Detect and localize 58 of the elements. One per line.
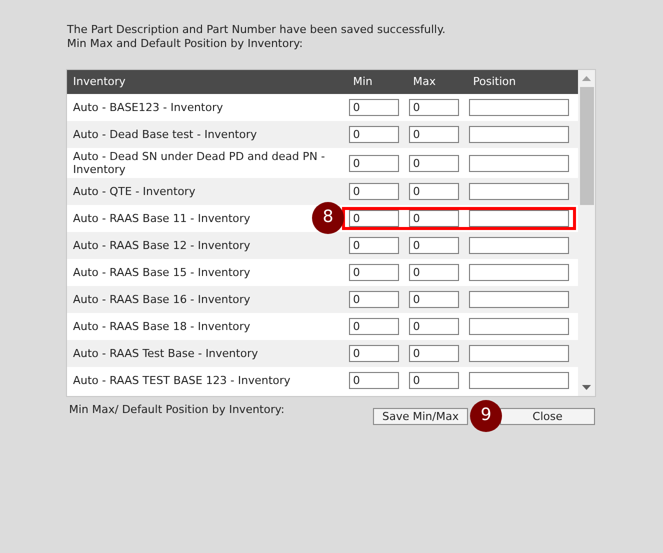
- max-field[interactable]: 0: [409, 237, 459, 254]
- inventory-name: Auto - RAAS Test Base - Inventory: [73, 347, 258, 360]
- min-field[interactable]: 0: [349, 237, 399, 254]
- inventory-name: Auto - RAAS TEST BASE 123 - Inventory: [73, 374, 290, 387]
- scroll-up-icon[interactable]: [582, 76, 592, 81]
- min-field[interactable]: 0: [349, 210, 399, 227]
- position-field[interactable]: [469, 154, 569, 172]
- min-field[interactable]: 0: [349, 154, 399, 172]
- scrollbar-thumb[interactable]: [580, 87, 594, 205]
- max-field[interactable]: 0: [409, 264, 459, 281]
- position-field[interactable]: [469, 237, 569, 254]
- inventory-name: Auto - RAAS Base 12 - Inventory: [73, 239, 250, 252]
- max-field[interactable]: 0: [409, 183, 459, 200]
- position-field[interactable]: [469, 99, 569, 116]
- min-field[interactable]: 0: [349, 99, 399, 116]
- min-field[interactable]: 0: [349, 264, 399, 281]
- max-field[interactable]: 0: [409, 345, 459, 362]
- callout-badge: 9: [470, 400, 502, 432]
- inventory-name: Auto - RAAS Base 16 - Inventory: [73, 293, 250, 306]
- column-header: Min: [352, 74, 374, 90]
- position-field[interactable]: [469, 372, 569, 389]
- inventory-name: Auto - RAAS Base 11 - Inventory: [73, 212, 250, 225]
- max-field[interactable]: 0: [409, 372, 459, 389]
- min-field[interactable]: 0: [349, 345, 399, 362]
- inventory-name: Auto - RAAS Base 18 - Inventory: [73, 320, 250, 333]
- column-header: Position: [472, 74, 516, 90]
- scrollbar[interactable]: [578, 70, 595, 396]
- footer-label: Min Max/ Default Position by Inventory:: [69, 402, 286, 418]
- section-title: Min Max and Default Position by Inventory:: [67, 37, 304, 51]
- inventory-name: Auto - RAAS Base 15 - Inventory: [73, 266, 250, 279]
- min-field[interactable]: 0: [349, 183, 399, 200]
- max-field[interactable]: 0: [409, 126, 459, 143]
- min-field[interactable]: 0: [349, 318, 399, 335]
- min-field[interactable]: 0: [349, 372, 399, 389]
- position-field[interactable]: [469, 264, 569, 281]
- max-field[interactable]: 0: [409, 318, 459, 335]
- min-field[interactable]: 0: [349, 126, 399, 143]
- action-button[interactable]: Save Min/Max: [373, 408, 468, 425]
- column-header: Inventory: [72, 74, 127, 90]
- min-field[interactable]: 0: [349, 291, 399, 308]
- max-field[interactable]: 0: [409, 154, 459, 172]
- column-header: Max: [412, 74, 437, 90]
- action-button[interactable]: Close: [500, 408, 595, 425]
- inventory-name: Auto - QTE - Inventory: [73, 185, 196, 198]
- scroll-down-icon[interactable]: [582, 385, 592, 390]
- max-field[interactable]: 0: [409, 291, 459, 308]
- inventory-name: Auto - Dead SN under Dead PD and dead PN - Inventory: [73, 150, 325, 176]
- inventory-name: Auto - BASE123 - Inventory: [73, 101, 224, 114]
- position-field[interactable]: [469, 183, 569, 200]
- position-field[interactable]: [469, 291, 569, 308]
- success-message: The Part Description and Part Number have been saved successfully.: [67, 23, 447, 37]
- inventory-name: Auto - Dead Base test - Inventory: [73, 128, 257, 141]
- position-field[interactable]: [469, 318, 569, 335]
- position-field[interactable]: [469, 210, 569, 227]
- position-field[interactable]: [469, 126, 569, 143]
- position-field[interactable]: [469, 345, 569, 362]
- max-field[interactable]: 0: [409, 210, 459, 227]
- max-field[interactable]: 0: [409, 99, 459, 116]
